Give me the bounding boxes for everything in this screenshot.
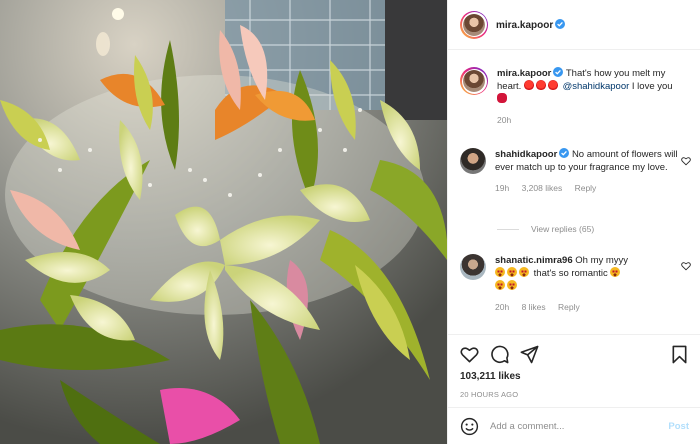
post-header: mira.kapoor bbox=[448, 0, 700, 50]
comment-body-end: that's so romantic bbox=[533, 268, 608, 279]
comment-time[interactable]: 19h bbox=[495, 183, 509, 193]
comment-text: shahidkapoor No amount of flowers will e… bbox=[495, 148, 680, 174]
caption-username[interactable]: mira.kapoor bbox=[497, 68, 551, 79]
star-struck-emoji bbox=[495, 280, 505, 290]
star-struck-emoji bbox=[610, 267, 621, 277]
divider bbox=[497, 228, 519, 230]
commenter-avatar[interactable] bbox=[460, 148, 486, 174]
red-heart-emoji bbox=[535, 80, 546, 90]
caption-text: mira.kapoor That's how you melt my heart… bbox=[497, 67, 682, 106]
comment-username[interactable]: shahidkapoor bbox=[495, 149, 557, 160]
red-heart-emoji bbox=[523, 80, 534, 90]
post-sidebar: mira.kapoor mira.kapoor That's how you m… bbox=[447, 0, 700, 444]
kiss-mark-emoji bbox=[497, 93, 507, 103]
comment-likes[interactable]: 3,208 likes bbox=[522, 183, 563, 193]
reply-button[interactable]: Reply bbox=[558, 302, 580, 312]
comment-likes[interactable]: 8 likes bbox=[522, 302, 546, 312]
comment-meta: 19h 3,208 likes Reply bbox=[495, 182, 680, 195]
star-struck-emoji bbox=[507, 280, 517, 290]
comment-list: mira.kapoor That's how you melt my heart… bbox=[448, 51, 700, 331]
add-comment-bar: Add a comment... Post bbox=[448, 407, 700, 444]
share-icon[interactable] bbox=[520, 345, 539, 364]
post-photo[interactable] bbox=[0, 0, 447, 444]
instagram-post: mira.kapoor mira.kapoor That's how you m… bbox=[0, 0, 700, 444]
comment-meta: 20h 8 likes Reply bbox=[495, 301, 680, 314]
caption-time[interactable]: 20h bbox=[497, 115, 511, 125]
like-comment-heart-icon[interactable] bbox=[681, 156, 691, 166]
bookmark-icon[interactable] bbox=[670, 345, 689, 364]
mention-link[interactable]: @shahidkapoor bbox=[563, 81, 630, 92]
comment-text: shanatic.nimra96 Oh my myyy that's so ro… bbox=[495, 254, 680, 293]
caption-row: mira.kapoor That's how you melt my heart… bbox=[460, 67, 695, 127]
flower-bouquet-image bbox=[0, 0, 447, 444]
caption-text-end: I love you bbox=[631, 81, 673, 92]
comment-input[interactable]: Add a comment... bbox=[490, 421, 564, 432]
post-timestamp[interactable]: 20 HOURS AGO bbox=[460, 390, 518, 399]
verified-badge-icon bbox=[559, 148, 570, 158]
smiley-icon[interactable] bbox=[460, 417, 479, 436]
avatar-image bbox=[463, 13, 485, 36]
post-actions: 103,211 likes 20 HOURS AGO Add a comment… bbox=[448, 334, 700, 444]
reply-button[interactable]: Reply bbox=[575, 183, 597, 193]
comment-row: shahidkapoor No amount of flowers will e… bbox=[460, 148, 695, 195]
comment-icon[interactable] bbox=[490, 345, 509, 364]
avatar-image bbox=[463, 70, 485, 92]
verified-badge-icon bbox=[555, 18, 566, 29]
heart-icon[interactable] bbox=[460, 345, 479, 364]
like-comment-heart-icon[interactable] bbox=[681, 261, 691, 271]
star-struck-emoji bbox=[507, 267, 517, 277]
comment-username[interactable]: shanatic.nimra96 bbox=[495, 255, 573, 266]
view-replies-button[interactable]: View replies (65) bbox=[497, 224, 594, 234]
star-struck-emoji bbox=[519, 267, 529, 277]
caption-meta: 20h bbox=[497, 114, 682, 127]
comment-body-start: Oh my myyy bbox=[575, 255, 629, 266]
verified-badge-icon bbox=[553, 67, 564, 77]
likes-count[interactable]: 103,211 likes bbox=[460, 371, 521, 382]
header-avatar[interactable] bbox=[460, 10, 488, 39]
red-heart-emoji bbox=[547, 80, 558, 90]
commenter-avatar[interactable] bbox=[460, 254, 486, 280]
post-button[interactable]: Post bbox=[668, 421, 689, 432]
caption-avatar[interactable] bbox=[460, 67, 488, 95]
comment-row: shanatic.nimra96 Oh my myyy that's so ro… bbox=[460, 254, 695, 314]
view-replies-label: View replies (65) bbox=[531, 224, 595, 234]
action-icons bbox=[460, 345, 550, 364]
star-struck-emoji bbox=[495, 267, 505, 277]
comment-time[interactable]: 20h bbox=[495, 302, 509, 312]
header-username[interactable]: mira.kapoor bbox=[496, 18, 566, 31]
